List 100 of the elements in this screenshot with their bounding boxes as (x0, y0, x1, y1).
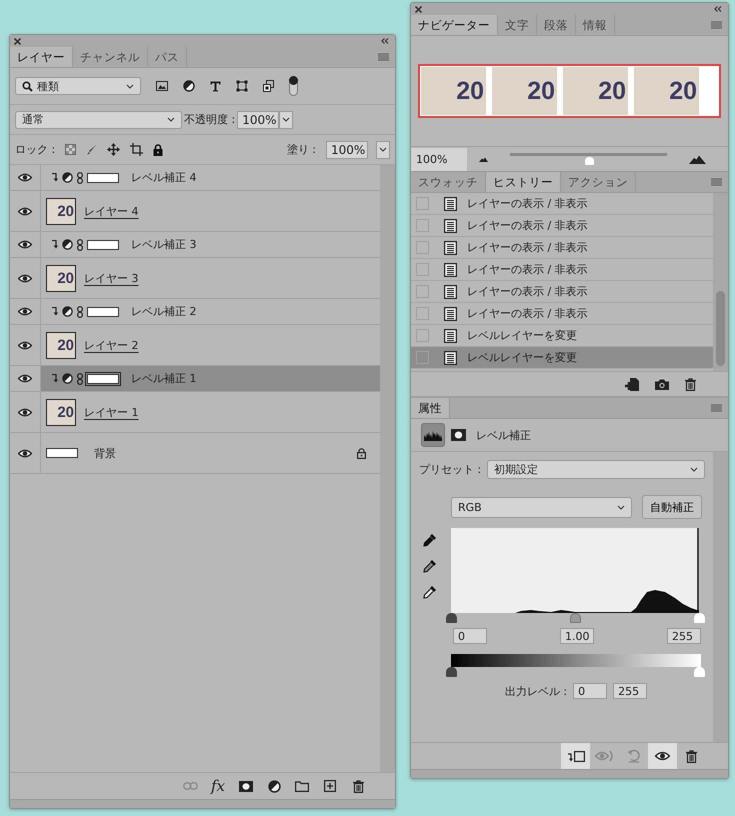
resize-grip[interactable] (411, 769, 728, 778)
input-level-field[interactable]: 0 (453, 628, 487, 644)
layer-row[interactable]: 背景 (41, 433, 380, 473)
panel-tab[interactable]: ナビゲーター (411, 15, 498, 35)
menu-icon[interactable] (378, 53, 389, 61)
type-icon[interactable] (210, 80, 221, 92)
panel-tab[interactable]: レイヤー (10, 47, 73, 67)
layer-row[interactable]: 20 レイヤー 1 (41, 392, 380, 432)
visibility-toggle[interactable] (10, 191, 41, 231)
close-icon[interactable] (415, 6, 422, 12)
output-level-field[interactable]: 0 (573, 683, 608, 699)
visibility-toggle[interactable] (10, 325, 41, 365)
fill-dropdown-button[interactable] (376, 140, 390, 158)
scrollbar[interactable] (713, 193, 728, 371)
mask-thumbnail[interactable] (87, 374, 119, 384)
blend-mode-dropdown[interactable]: 通常 (15, 110, 182, 128)
eye-icon (655, 751, 670, 761)
close-icon[interactable] (14, 38, 21, 44)
layer-name: レベル補正 4 (131, 170, 196, 185)
half-circle-icon (62, 306, 73, 317)
eyedropper-icon[interactable] (423, 585, 437, 599)
scrollbar[interactable] (713, 452, 728, 742)
output-level-field[interactable]: 255 (613, 683, 648, 699)
opacity-label: 不透明度 : (184, 112, 236, 127)
view-box[interactable]: 20 20 20 20 (418, 64, 721, 118)
resize-grip[interactable] (10, 799, 395, 808)
history-item[interactable]: レイヤーの表示 / 非表示 (411, 193, 713, 215)
mask-thumbnail[interactable] (87, 240, 119, 250)
zoom-in-icon[interactable] (689, 154, 706, 164)
fill-field[interactable]: 100% (326, 140, 368, 158)
smart-object-icon[interactable] (263, 80, 274, 92)
lock-icon[interactable] (153, 144, 164, 156)
layer-row[interactable]: レベル補正 4 (41, 165, 380, 190)
menu-icon[interactable] (711, 21, 722, 29)
history-item[interactable]: レイヤーの表示 / 非表示 (411, 237, 713, 259)
scrollbar[interactable] (380, 165, 395, 772)
preset-dropdown[interactable]: 初期設定 (487, 460, 706, 479)
visibility-toggle[interactable] (10, 258, 41, 298)
half-circle-icon (62, 172, 73, 183)
panel-tab[interactable]: ヒストリー (486, 172, 561, 192)
zoom-out-icon[interactable] (479, 156, 488, 162)
lock-transparency-icon[interactable] (65, 144, 76, 155)
auto-button[interactable]: 自動補正 (642, 495, 702, 519)
visibility-toggle[interactable] (10, 165, 41, 190)
layer-row[interactable]: レベル補正 2 (41, 299, 380, 324)
layer-row[interactable]: 20 レイヤー 2 (41, 325, 380, 365)
delete-icon[interactable] (685, 378, 696, 390)
layer-thumbnail: 20 (46, 398, 76, 426)
visibility-button[interactable] (648, 743, 677, 769)
effects-button[interactable]: fx (206, 775, 230, 797)
brush-icon[interactable] (86, 144, 98, 156)
opacity-dropdown-button[interactable] (279, 110, 294, 128)
filter-toggle[interactable] (289, 76, 298, 96)
scrollbar-thumb[interactable] (716, 291, 725, 366)
layer-row[interactable]: 20 レイヤー 3 (41, 258, 380, 298)
visibility-toggle[interactable] (10, 392, 41, 432)
filter-dropdown[interactable]: 種類 (15, 77, 141, 95)
visibility-toggle[interactable] (10, 366, 41, 391)
output-level-slider[interactable] (446, 667, 457, 677)
visibility-toggle[interactable] (10, 299, 41, 324)
new-document-icon[interactable] (625, 378, 639, 390)
mask-icon[interactable] (451, 429, 466, 441)
menu-icon[interactable] (711, 178, 722, 186)
preset-label: プリセット : (419, 462, 482, 477)
history-item[interactable]: レイヤーの表示 / 非表示 (411, 215, 713, 237)
crop-icon[interactable] (130, 143, 144, 156)
channel-dropdown[interactable]: RGB (451, 496, 632, 518)
clip-icon (566, 750, 584, 762)
transform-icon[interactable] (236, 80, 248, 92)
collapse-icon[interactable] (381, 38, 389, 44)
history-item[interactable]: レベルレイヤーを変更 (411, 347, 713, 369)
layer-row[interactable]: レベル補正 1 (41, 366, 380, 391)
layer-row[interactable]: 20 レイヤー 4 (41, 191, 380, 231)
menu-icon[interactable] (711, 404, 722, 412)
input-level-field[interactable]: 1.00 (560, 628, 594, 644)
delete-icon (686, 750, 697, 762)
layer-row[interactable]: レベル補正 3 (41, 232, 380, 257)
clip-button[interactable] (561, 743, 590, 769)
mask-thumbnail[interactable] (87, 306, 119, 316)
zoom-field[interactable]: 100% (411, 148, 467, 170)
layer-name: レベル補正 1 (131, 371, 196, 386)
history-item[interactable]: レイヤーの表示 / 非表示 (411, 303, 713, 325)
eyedropper-icon[interactable] (423, 533, 437, 547)
move-icon[interactable] (107, 143, 120, 156)
collapse-icon[interactable] (714, 6, 722, 12)
opacity-field[interactable]: 100% (237, 110, 280, 128)
panel-tab[interactable]: 属性 (411, 398, 450, 418)
input-level-field[interactable]: 255 (667, 628, 701, 644)
visibility-toggle[interactable] (10, 433, 41, 473)
output-level-slider[interactable] (694, 667, 705, 677)
visibility-toggle[interactable] (10, 232, 41, 257)
half-circle-icon[interactable] (183, 80, 195, 92)
levels-icon-button[interactable] (421, 423, 445, 447)
history-item[interactable]: レイヤーの表示 / 非表示 (411, 281, 713, 303)
mask-thumbnail[interactable] (87, 172, 119, 182)
image-icon[interactable] (156, 81, 168, 91)
history-item[interactable]: レイヤーの表示 / 非表示 (411, 259, 713, 281)
layer-name: レイヤー 2 (84, 338, 138, 352)
eyedropper-icon[interactable] (423, 559, 437, 573)
camera-icon[interactable] (655, 378, 669, 390)
